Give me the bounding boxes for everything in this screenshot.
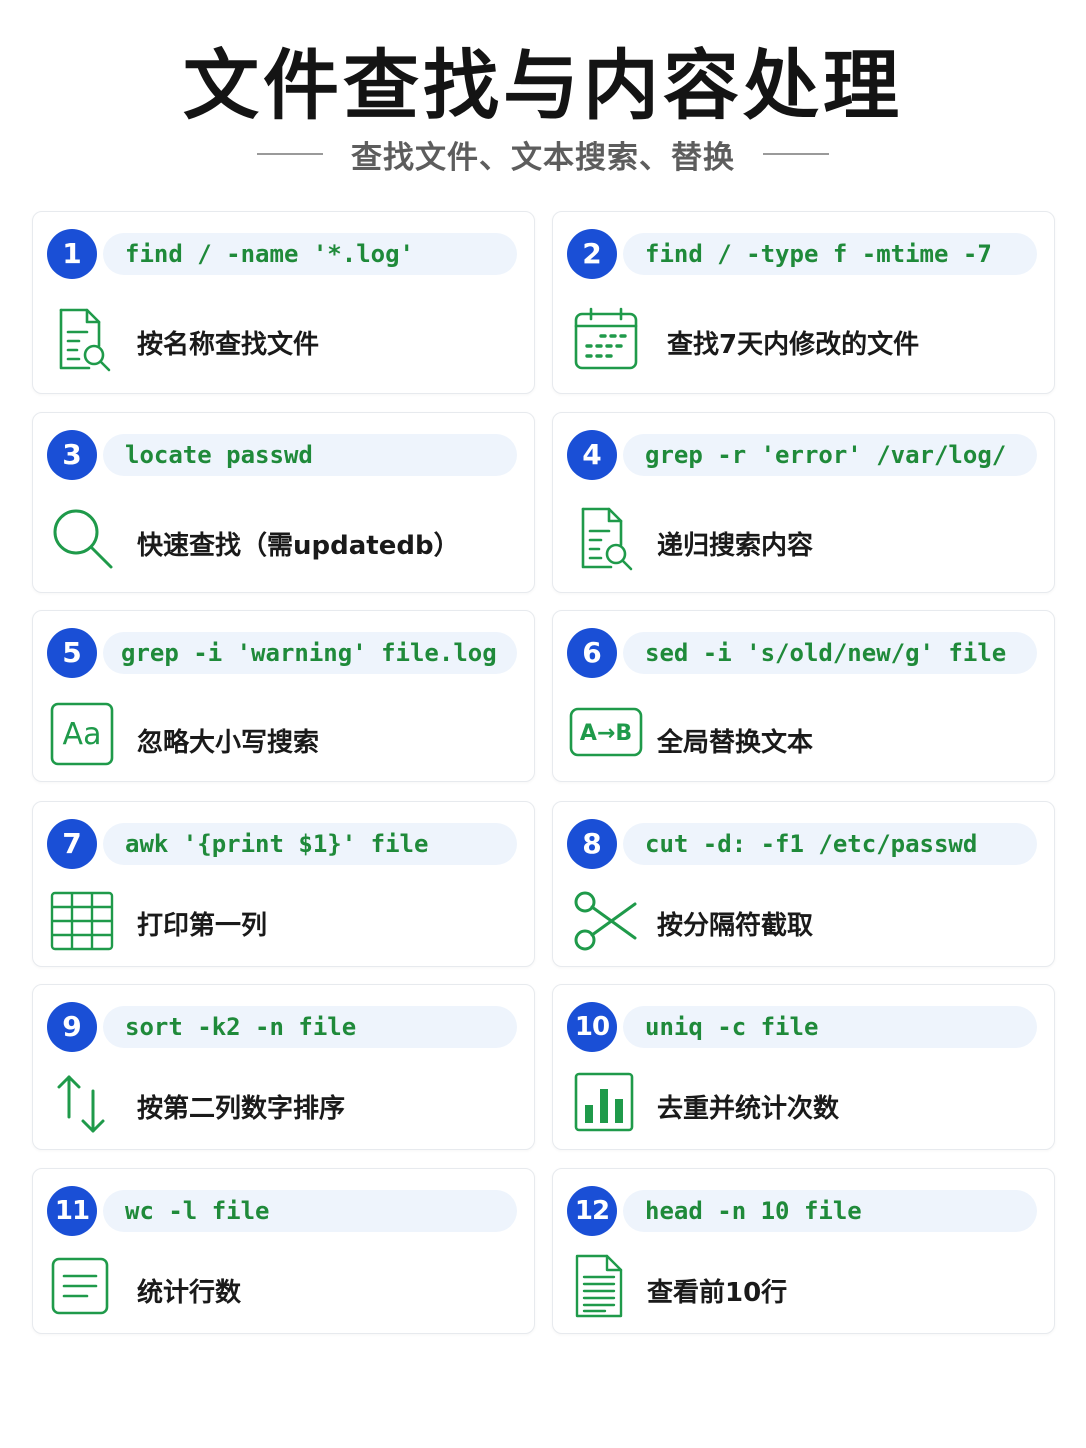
- calendar-icon: [573, 306, 639, 372]
- command-text: find / -type f -mtime -7: [623, 233, 1037, 275]
- command-card-3: 3 locate passwd 快速查找（需updatedb）: [32, 412, 535, 593]
- step-number-badge: 11: [47, 1186, 97, 1236]
- command-card-1: 1 find / -name '*.log' 按名称查找文件: [32, 211, 535, 394]
- command-card-11: 11 wc -l file 统计行数: [32, 1168, 535, 1334]
- sort-arrows-icon: [49, 1071, 115, 1137]
- command-card-7: 7 awk '{print $1}' file 打印第一列: [32, 801, 535, 967]
- command-text: grep -i 'warning' file.log: [103, 632, 517, 674]
- command-card-12: 12 head -n 10 file 查看前10行: [552, 1168, 1055, 1334]
- command-description: 快速查找（需updatedb）: [137, 531, 460, 561]
- step-number-badge: 6: [567, 628, 617, 678]
- command-card-9: 9 sort -k2 -n file 按第二列数字排序: [32, 984, 535, 1150]
- command-card-8: 8 cut -d: -f1 /etc/passwd 按分隔符截取: [552, 801, 1055, 967]
- step-number-badge: 5: [47, 628, 97, 678]
- step-number-badge: 7: [47, 819, 97, 869]
- command-text: locate passwd: [103, 434, 517, 476]
- command-description: 打印第一列: [137, 911, 268, 941]
- step-number-badge: 9: [47, 1002, 97, 1052]
- command-description: 递归搜索内容: [657, 531, 814, 561]
- step-number-badge: 12: [567, 1186, 617, 1236]
- command-text: sed -i 's/old/new/g' file: [623, 632, 1037, 674]
- command-text: uniq -c file: [623, 1006, 1037, 1048]
- lines-doc-icon: [49, 1255, 115, 1321]
- command-card-6: 6 sed -i 's/old/new/g' file A→B 全局替换文本: [552, 610, 1055, 782]
- command-description: 忽略大小写搜索: [137, 728, 320, 758]
- svg-text:A→B: A→B: [580, 721, 632, 746]
- case-aa-icon: Aa: [49, 701, 115, 767]
- command-text: awk '{print $1}' file: [103, 823, 517, 865]
- step-number-badge: 3: [47, 430, 97, 480]
- command-text: cut -d: -f1 /etc/passwd: [623, 823, 1037, 865]
- command-text: sort -k2 -n file: [103, 1006, 517, 1048]
- svg-text:Aa: Aa: [63, 717, 102, 752]
- replace-a-to-b-icon: A→B: [569, 707, 643, 759]
- step-number-badge: 1: [47, 229, 97, 279]
- step-number-badge: 8: [567, 819, 617, 869]
- command-text: find / -name '*.log': [103, 233, 517, 275]
- subtitle-left-rule: [257, 153, 323, 155]
- text-page-icon: [569, 1253, 635, 1319]
- command-description: 查找7天内修改的文件: [667, 330, 920, 360]
- file-search-icon: [575, 505, 641, 571]
- step-number-badge: 10: [567, 1002, 617, 1052]
- command-description: 统计行数: [137, 1278, 242, 1308]
- command-description: 查看前10行: [647, 1278, 788, 1308]
- command-text: grep -r 'error' /var/log/: [623, 434, 1037, 476]
- page-subtitle: 查找文件、文本搜索、替换: [351, 139, 735, 176]
- command-text: wc -l file: [103, 1190, 517, 1232]
- command-card-2: 2 find / -type f -mtime -7 查找7天内修改的文件: [552, 211, 1055, 394]
- command-card-5: 5 grep -i 'warning' file.log Aa 忽略大小写搜索: [32, 610, 535, 782]
- bar-chart-icon: [573, 1071, 639, 1137]
- command-card-4: 4 grep -r 'error' /var/log/ 递归搜索内容: [552, 412, 1055, 593]
- command-description: 按分隔符截取: [657, 911, 814, 941]
- step-number-badge: 2: [567, 229, 617, 279]
- scissors-icon: [573, 888, 639, 954]
- page-title: 文件查找与内容处理: [183, 41, 903, 130]
- command-card-10: 10 uniq -c file 去重并统计次数: [552, 984, 1055, 1150]
- command-description: 按第二列数字排序: [137, 1094, 346, 1124]
- magnifier-icon: [49, 505, 115, 571]
- command-text: head -n 10 file: [623, 1190, 1037, 1232]
- command-description: 按名称查找文件: [137, 330, 320, 360]
- subtitle-right-rule: [763, 153, 829, 155]
- step-number-badge: 4: [567, 430, 617, 480]
- command-description: 全局替换文本: [657, 728, 814, 758]
- command-description: 去重并统计次数: [657, 1094, 840, 1124]
- subtitle-row: 查找文件、文本搜索、替换: [0, 132, 1086, 176]
- table-icon: [49, 888, 115, 954]
- file-search-icon: [49, 306, 115, 372]
